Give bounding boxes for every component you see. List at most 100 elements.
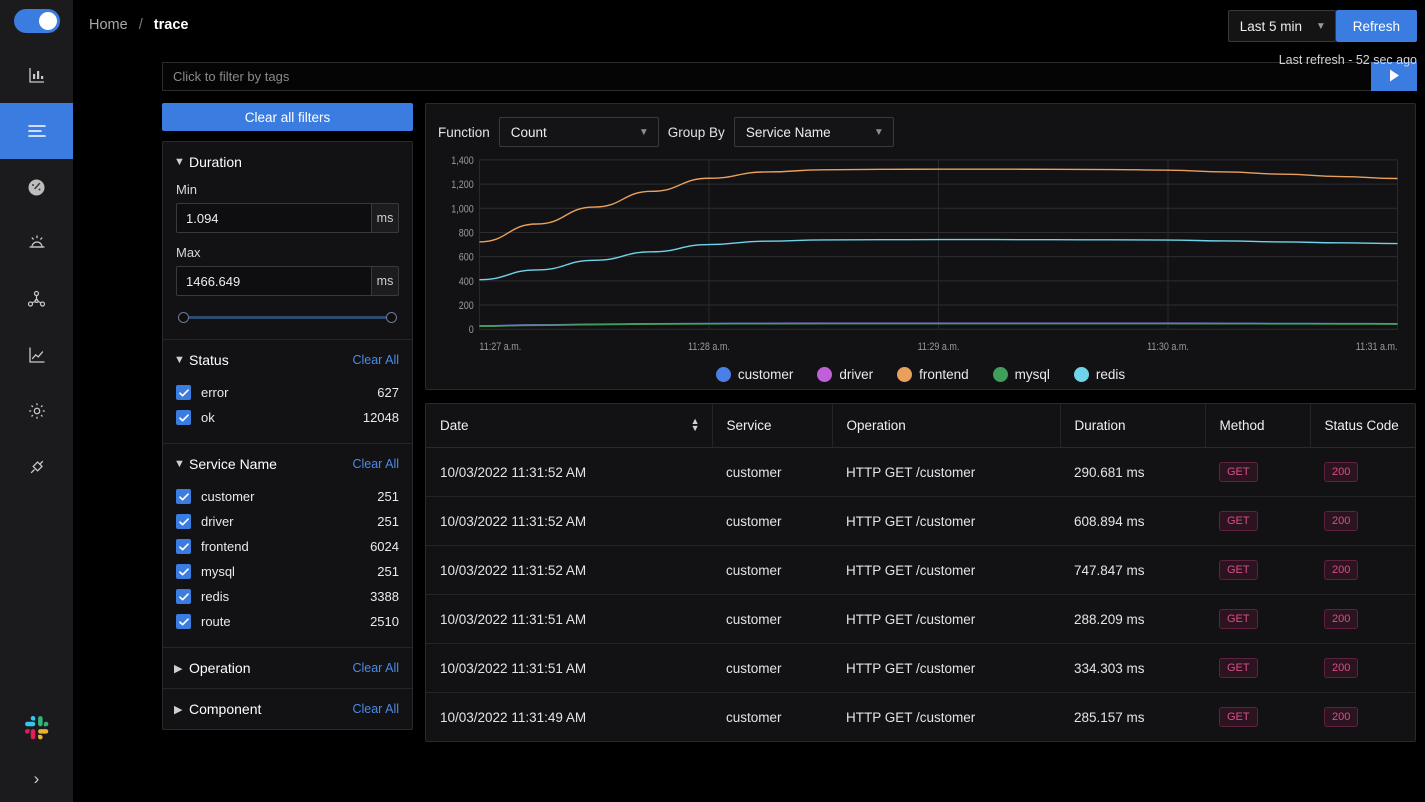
sidebar-item-settings[interactable] bbox=[0, 383, 73, 439]
chevron-down-icon: ▼ bbox=[174, 458, 189, 470]
filter-title: Duration bbox=[189, 154, 399, 170]
legend-item-customer[interactable]: customer bbox=[716, 367, 794, 382]
chevron-down-icon: ▼ bbox=[174, 156, 189, 168]
toggle-knob bbox=[39, 12, 57, 30]
column-header-method[interactable]: Method bbox=[1205, 404, 1310, 448]
slider-handle-max[interactable] bbox=[386, 312, 397, 323]
legend-item-driver[interactable]: driver bbox=[817, 367, 873, 382]
sidebar-item-dashboards[interactable] bbox=[0, 159, 73, 215]
filter-option-ok[interactable]: ok12048 bbox=[176, 405, 399, 430]
checkbox-driver[interactable] bbox=[176, 514, 191, 529]
min-duration-input[interactable] bbox=[176, 203, 372, 233]
clear-all-component[interactable]: Clear All bbox=[352, 702, 399, 716]
trace-duration: 290.681 ms bbox=[1060, 448, 1205, 497]
legend-color-swatch bbox=[897, 367, 912, 382]
checkbox-redis[interactable] bbox=[176, 589, 191, 604]
nav-collapse-toggle[interactable] bbox=[14, 9, 60, 33]
chevron-right-icon: ▶ bbox=[174, 662, 189, 675]
trace-method-badge: GET bbox=[1219, 658, 1258, 678]
legend-item-redis[interactable]: redis bbox=[1074, 367, 1125, 382]
filter-option-count: 251 bbox=[377, 489, 399, 504]
slack-icon[interactable] bbox=[0, 700, 73, 756]
sort-toggle-icon[interactable]: ▲▼ bbox=[691, 418, 700, 432]
column-header-date[interactable]: Date▲▼ bbox=[426, 404, 712, 448]
column-header-operation[interactable]: Operation bbox=[832, 404, 1060, 448]
filter-option-route[interactable]: route2510 bbox=[176, 609, 399, 634]
column-header-duration[interactable]: Duration bbox=[1060, 404, 1205, 448]
trace-method-badge: GET bbox=[1219, 609, 1258, 629]
sidebar-item-instrumentation[interactable] bbox=[0, 439, 73, 495]
trace-status-code: 200 bbox=[1310, 595, 1415, 644]
sidebar-item-traces[interactable] bbox=[0, 103, 73, 159]
filter-title: Service Name bbox=[189, 456, 352, 472]
toggle-switch[interactable] bbox=[14, 9, 60, 33]
chevron-down-icon: ▼ bbox=[174, 354, 189, 366]
filter-option-redis[interactable]: redis3388 bbox=[176, 584, 399, 609]
table-row[interactable]: 10/03/2022 11:31:52 AMcustomerHTTP GET /… bbox=[426, 497, 1415, 546]
trace-status-code: 200 bbox=[1310, 693, 1415, 742]
function-select[interactable]: Count ▼ bbox=[499, 117, 659, 147]
checkbox-mysql[interactable] bbox=[176, 564, 191, 579]
filter-option-count: 2510 bbox=[370, 614, 399, 629]
filter-option-customer[interactable]: customer251 bbox=[176, 484, 399, 509]
checkbox-frontend[interactable] bbox=[176, 539, 191, 554]
sidebar-item-usage-explorer[interactable] bbox=[0, 327, 73, 383]
trace-duration: 288.209 ms bbox=[1060, 595, 1205, 644]
column-header-service[interactable]: Service bbox=[712, 404, 832, 448]
filter-option-label: error bbox=[201, 385, 377, 400]
expand-nav-button[interactable]: › bbox=[0, 756, 73, 802]
table-row[interactable]: 10/03/2022 11:31:51 AMcustomerHTTP GET /… bbox=[426, 595, 1415, 644]
time-range-picker[interactable]: Last 5 min ▼ bbox=[1228, 10, 1336, 42]
search-input[interactable]: Click to filter by tags bbox=[162, 62, 1371, 91]
checkbox-customer[interactable] bbox=[176, 489, 191, 504]
max-label: Max bbox=[176, 245, 399, 260]
filter-header-status[interactable]: ▼ Status Clear All bbox=[163, 340, 412, 380]
filter-header-component[interactable]: ▶ Component Clear All bbox=[163, 689, 412, 729]
table-row[interactable]: 10/03/2022 11:31:52 AMcustomerHTTP GET /… bbox=[426, 546, 1415, 595]
filter-option-label: route bbox=[201, 614, 370, 629]
duration-range-slider[interactable] bbox=[178, 308, 397, 326]
slider-handle-min[interactable] bbox=[178, 312, 189, 323]
filter-header-duration[interactable]: ▼ Duration bbox=[163, 142, 412, 182]
filter-option-error[interactable]: error627 bbox=[176, 380, 399, 405]
svg-text:1,000: 1,000 bbox=[451, 204, 474, 216]
legend-item-mysql[interactable]: mysql bbox=[993, 367, 1050, 382]
column-header-status-code[interactable]: Status Code bbox=[1310, 404, 1415, 448]
group-by-select[interactable]: Service Name ▼ bbox=[734, 117, 894, 147]
table-row[interactable]: 10/03/2022 11:31:52 AMcustomerHTTP GET /… bbox=[426, 448, 1415, 497]
breadcrumb-current: trace bbox=[154, 17, 189, 33]
sidebar-item-alerts[interactable] bbox=[0, 215, 73, 271]
trace-method-badge: GET bbox=[1219, 462, 1258, 482]
filter-option-mysql[interactable]: mysql251 bbox=[176, 559, 399, 584]
trace-service: customer bbox=[712, 448, 832, 497]
sidebar-item-metrics[interactable] bbox=[0, 47, 73, 103]
checkbox-ok[interactable] bbox=[176, 410, 191, 425]
clear-all-filters-button[interactable]: Clear all filters bbox=[162, 103, 413, 131]
checkbox-error[interactable] bbox=[176, 385, 191, 400]
trace-operation: HTTP GET /customer bbox=[832, 595, 1060, 644]
filter-header-operation[interactable]: ▶ Operation Clear All bbox=[163, 648, 412, 688]
breadcrumb-home[interactable]: Home bbox=[89, 17, 128, 33]
trace-status-code-badge: 200 bbox=[1324, 658, 1358, 678]
filter-option-driver[interactable]: driver251 bbox=[176, 509, 399, 534]
filter-option-frontend[interactable]: frontend6024 bbox=[176, 534, 399, 559]
chart-plot: 02004006008001,0001,2001,40011:27 a.m.11… bbox=[434, 153, 1407, 359]
max-duration-input[interactable] bbox=[176, 266, 372, 296]
filter-header-service-name[interactable]: ▼ Service Name Clear All bbox=[163, 444, 412, 484]
table-row[interactable]: 10/03/2022 11:31:49 AMcustomerHTTP GET /… bbox=[426, 693, 1415, 742]
sidebar-item-service-map[interactable] bbox=[0, 271, 73, 327]
slider-track bbox=[184, 316, 391, 319]
filter-option-count: 251 bbox=[377, 564, 399, 579]
refresh-button[interactable]: Refresh bbox=[1336, 10, 1417, 42]
legend-item-frontend[interactable]: frontend bbox=[897, 367, 969, 382]
clear-all-status[interactable]: Clear All bbox=[352, 353, 399, 367]
clear-all-service-name[interactable]: Clear All bbox=[352, 457, 399, 471]
table-row[interactable]: 10/03/2022 11:31:51 AMcustomerHTTP GET /… bbox=[426, 644, 1415, 693]
alert-icon bbox=[27, 233, 47, 253]
trace-status-code: 200 bbox=[1310, 546, 1415, 595]
gear-icon bbox=[27, 401, 47, 421]
checkbox-route[interactable] bbox=[176, 614, 191, 629]
clear-all-operation[interactable]: Clear All bbox=[352, 661, 399, 675]
filter-panel: Clear all filters ▼ Duration Min ms bbox=[162, 103, 413, 742]
trace-service: customer bbox=[712, 497, 832, 546]
